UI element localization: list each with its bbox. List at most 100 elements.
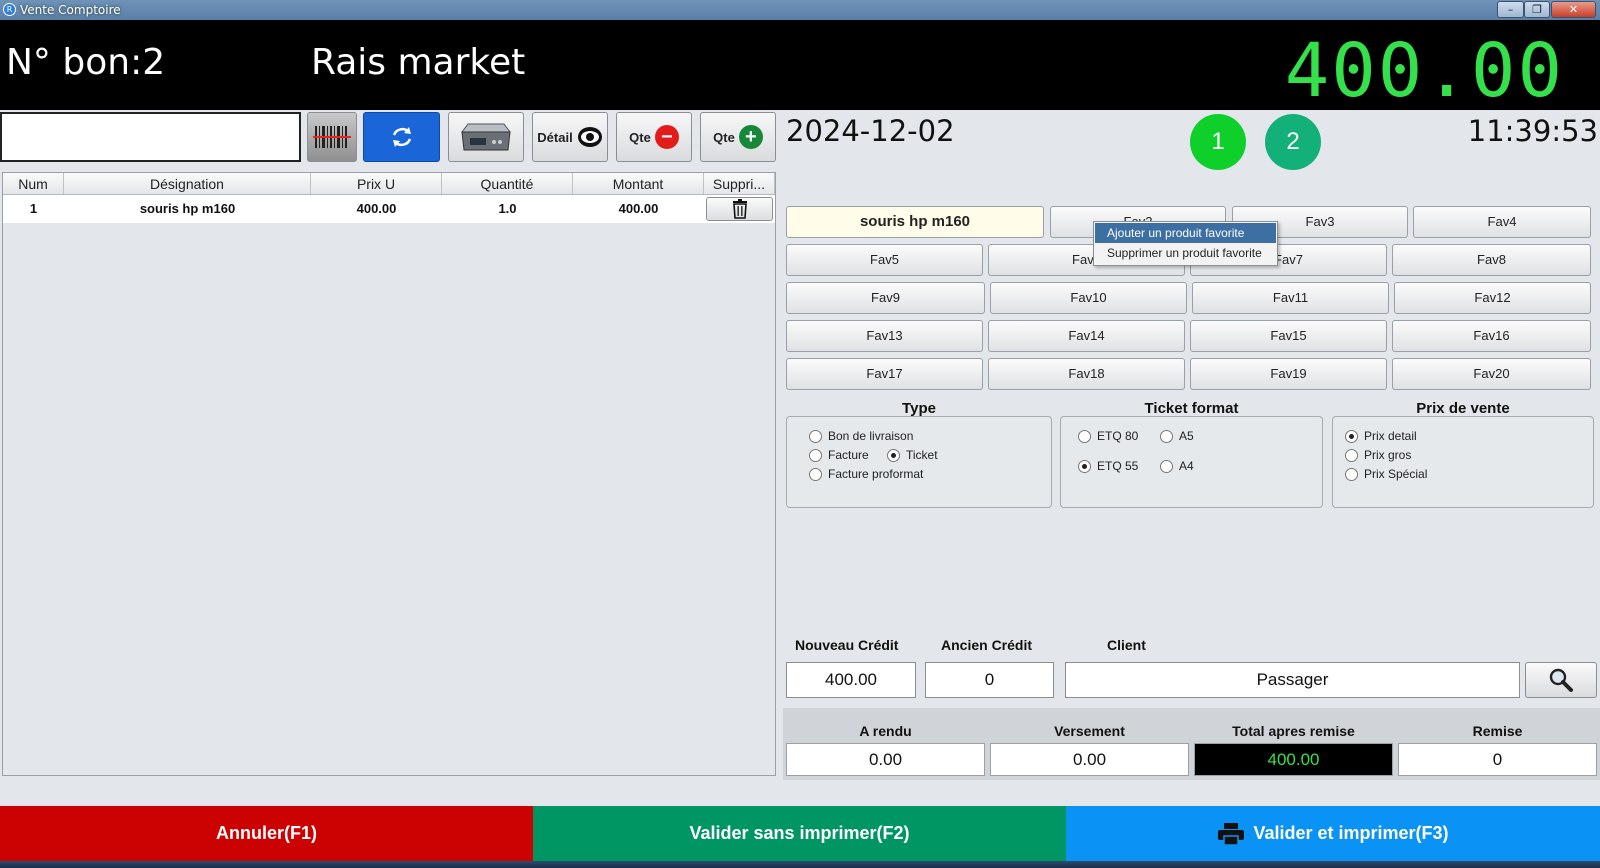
- column-montant[interactable]: Montant: [573, 173, 704, 194]
- radio-label: A4: [1179, 459, 1194, 473]
- fav-button-14[interactable]: Fav14: [988, 320, 1185, 352]
- menu-item-add-favorite[interactable]: Ajouter un produit favorite: [1095, 223, 1276, 243]
- qte-plus-label: Qte: [713, 129, 735, 145]
- fav-button-1[interactable]: souris hp m160: [786, 206, 1044, 238]
- validate-label: Valider sans imprimer(F2): [689, 823, 910, 843]
- cell-supprimer: [704, 195, 775, 223]
- a-rendu-label: A rendu: [859, 723, 912, 739]
- cancel-label: Annuler(F1): [216, 823, 317, 843]
- fav-button-8[interactable]: Fav8: [1392, 244, 1591, 276]
- remise-field[interactable]: 0: [1398, 743, 1597, 776]
- radio-dot-selected: [1345, 429, 1358, 443]
- counter-2-button[interactable]: 2: [1265, 114, 1321, 170]
- fav-button-10[interactable]: Fav10: [990, 282, 1187, 314]
- cell-prix-u: 400.00: [356, 201, 397, 216]
- minus-icon: −: [654, 125, 679, 149]
- maximize-button[interactable]: ❐: [1524, 1, 1550, 18]
- fav-button-11[interactable]: Fav11: [1192, 282, 1389, 314]
- ticket-group-title: Ticket format: [1144, 400, 1239, 417]
- favorite-context-menu: Ajouter un produit favorite Supprimer un…: [1093, 221, 1278, 266]
- validate-no-print-button[interactable]: Valider sans imprimer(F2): [533, 806, 1066, 861]
- column-quantite[interactable]: Quantité: [442, 173, 573, 194]
- client-search-button[interactable]: [1525, 662, 1597, 698]
- refresh-icon: [392, 127, 411, 147]
- fav-button-18[interactable]: Fav18: [988, 358, 1185, 390]
- fav-button-9[interactable]: Fav9: [786, 282, 985, 314]
- radio-ticket[interactable]: Ticket: [887, 448, 938, 462]
- app-window: R Vente Comptoire – ❐ ✕ N° bon:2 Rais ma…: [0, 0, 1600, 868]
- fav-button-19[interactable]: Fav19: [1190, 358, 1387, 390]
- a-rendu-field[interactable]: 0.00: [786, 743, 985, 776]
- radio-facture-proformat[interactable]: Facture proformat: [809, 467, 923, 481]
- nouveau-credit-field[interactable]: 400.00: [786, 662, 916, 698]
- barcode-scan-button[interactable]: [307, 112, 357, 162]
- radio-a4[interactable]: A4: [1160, 459, 1194, 473]
- minimize-button[interactable]: –: [1497, 1, 1524, 18]
- app-icon: R: [3, 3, 16, 16]
- price-group-title: Prix de vente: [1416, 400, 1510, 417]
- cell-designation: souris hp m160: [139, 201, 236, 216]
- fav-button-5[interactable]: Fav5: [786, 244, 983, 276]
- fav-button-16[interactable]: Fav16: [1392, 320, 1591, 352]
- radio-a5[interactable]: A5: [1160, 429, 1194, 443]
- barcode-icon: [313, 126, 351, 148]
- radio-label: Prix Spécial: [1364, 467, 1428, 481]
- menu-item-remove-favorite[interactable]: Supprimer un produit favorite: [1095, 243, 1276, 263]
- column-designation[interactable]: Désignation: [64, 173, 311, 194]
- column-prix-u[interactable]: Prix U: [311, 173, 442, 194]
- eye-icon: [577, 127, 602, 147]
- radio-prix-detail[interactable]: Prix detail: [1345, 429, 1417, 443]
- radio-etq-55[interactable]: ETQ 55: [1078, 459, 1138, 473]
- scale-button[interactable]: [448, 112, 524, 162]
- fav-button-12[interactable]: Fav12: [1394, 282, 1591, 314]
- table-row[interactable]: 1 souris hp m160 400.00 1.0 400.00: [3, 195, 775, 223]
- print-label: Valider et imprimer(F3): [1253, 823, 1449, 843]
- cell-num: 1: [29, 201, 38, 216]
- plus-icon: +: [738, 125, 763, 149]
- refresh-button[interactable]: [363, 112, 440, 162]
- store-name: Rais market: [311, 42, 526, 83]
- versement-label: Versement: [1054, 723, 1125, 739]
- date-label: 2024-12-02: [786, 114, 955, 148]
- ticket-format-group: ETQ 80 A5 ETQ 55 A4: [1060, 416, 1323, 508]
- printer-icon: [1218, 822, 1245, 846]
- qte-minus-button[interactable]: Qte −: [616, 112, 692, 162]
- radio-label: Prix detail: [1364, 429, 1417, 443]
- column-supprimer[interactable]: Suppri...: [704, 173, 775, 194]
- nouveau-credit-label: Nouveau Crédit: [795, 637, 899, 653]
- radio-facture[interactable]: Facture: [809, 448, 869, 462]
- counter-1-button[interactable]: 1: [1190, 114, 1246, 170]
- cancel-button[interactable]: Annuler(F1): [0, 806, 533, 861]
- barcode-input[interactable]: [0, 112, 301, 162]
- radio-dot: [1078, 429, 1091, 443]
- radio-label: ETQ 55: [1097, 459, 1139, 473]
- fav-button-20[interactable]: Fav20: [1392, 358, 1591, 390]
- scale-icon: [461, 123, 511, 151]
- fav-button-13[interactable]: Fav13: [786, 320, 983, 352]
- radio-prix-special[interactable]: Prix Spécial: [1345, 467, 1427, 481]
- radio-dot: [809, 448, 822, 462]
- trash-icon: [732, 199, 747, 219]
- radio-dot-selected: [887, 448, 900, 462]
- fav-button-4[interactable]: Fav4: [1413, 206, 1591, 238]
- fav-button-15[interactable]: Fav15: [1190, 320, 1387, 352]
- ancien-credit-field[interactable]: 0: [925, 662, 1054, 698]
- radio-label: Facture: [828, 448, 869, 462]
- radio-dot: [1160, 459, 1173, 473]
- versement-field[interactable]: 0.00: [990, 743, 1189, 776]
- radio-prix-gros[interactable]: Prix gros: [1345, 448, 1411, 462]
- bon-number: N° bon:2: [6, 42, 166, 83]
- title-bar: R Vente Comptoire – ❐ ✕: [0, 0, 1600, 20]
- client-field[interactable]: Passager: [1065, 662, 1520, 698]
- qte-plus-button[interactable]: Qte +: [700, 112, 776, 162]
- column-num[interactable]: Num: [3, 173, 64, 194]
- radio-label: A5: [1179, 429, 1194, 443]
- detail-button[interactable]: Détail: [532, 112, 608, 162]
- radio-bon-de-livraison[interactable]: Bon de livraison: [809, 429, 913, 443]
- close-button[interactable]: ✕: [1551, 1, 1596, 18]
- fav-button-17[interactable]: Fav17: [786, 358, 983, 390]
- radio-etq-80[interactable]: ETQ 80: [1078, 429, 1138, 443]
- total-display: 400.00: [1284, 28, 1564, 114]
- validate-print-button[interactable]: Valider et imprimer(F3): [1066, 806, 1600, 861]
- delete-row-button[interactable]: [706, 197, 773, 221]
